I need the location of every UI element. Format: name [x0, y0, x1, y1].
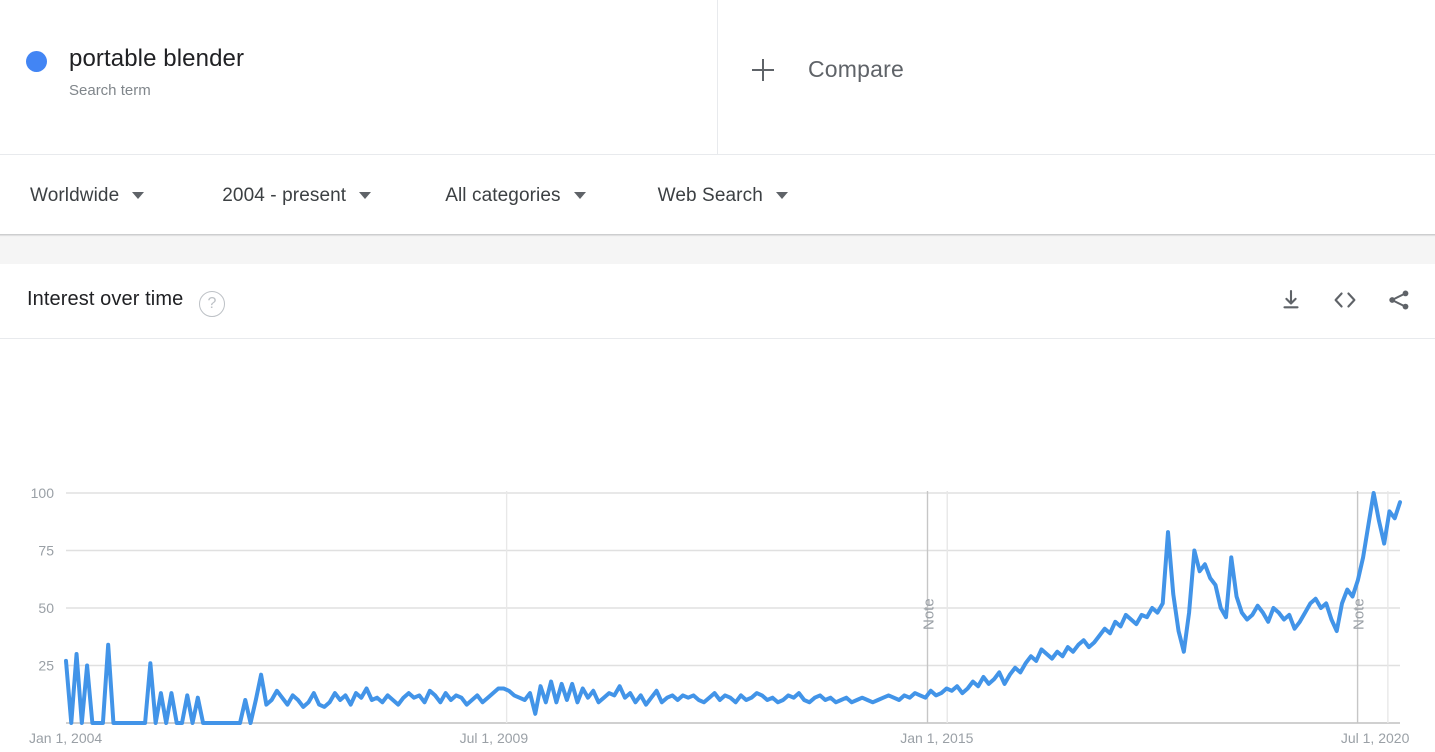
interest-over-time-card: Interest over time ? 100 75 50 25 Jan 1,… — [0, 264, 1435, 752]
filter-category[interactable]: All categories — [445, 155, 586, 236]
note-marker-1-label[interactable]: Note — [920, 598, 937, 630]
help-circle-icon[interactable]: ? — [199, 291, 225, 317]
filter-search-type[interactable]: Web Search — [658, 155, 788, 236]
download-icon[interactable] — [1277, 286, 1305, 314]
x-tick-label: Jan 1, 2015 — [900, 730, 973, 746]
share-icon[interactable] — [1385, 286, 1413, 314]
y-tick-label: 100 — [31, 485, 55, 501]
google-trends-page: portable blender Search term Compare Wor… — [0, 0, 1435, 752]
page-background-band — [0, 237, 1435, 264]
add-compare-button[interactable]: Compare — [752, 56, 904, 83]
filter-timerange-label: 2004 - present — [222, 184, 347, 206]
chart-actions — [1277, 286, 1413, 314]
search-term-content: portable blender Search term — [26, 44, 244, 102]
plus-icon — [752, 58, 774, 81]
filter-search-type-label: Web Search — [657, 184, 763, 206]
y-tick-label: 25 — [38, 658, 54, 674]
compare-label: Compare — [808, 56, 904, 82]
filter-location-label: Worldwide — [30, 184, 120, 206]
chevron-down-icon — [573, 192, 586, 199]
interest-over-time-header: Interest over time ? — [0, 264, 1435, 339]
chevron-down-icon — [359, 192, 372, 199]
search-term-name: portable blender — [69, 45, 245, 72]
embed-code-icon[interactable] — [1331, 286, 1359, 314]
series-color-dot — [26, 51, 47, 72]
filter-category-label: All categories — [445, 184, 561, 206]
chevron-down-icon — [775, 192, 788, 199]
filter-timerange[interactable]: 2004 - present — [222, 155, 372, 236]
note-marker-2-label[interactable]: Note — [1351, 598, 1368, 630]
compare-card[interactable]: Compare — [719, 0, 1435, 154]
x-tick-label: Jul 1, 2009 — [460, 730, 529, 746]
y-tick-label: 50 — [38, 600, 54, 616]
filter-location[interactable]: Worldwide — [30, 155, 145, 236]
page-title: Interest over time — [27, 288, 184, 310]
chart-svg: 100 75 50 25 Jan 1, 2004 Jul 1, 2009 Jan 1, 20… — [29, 485, 1410, 746]
filter-bar: Worldwide 2004 - present All categories … — [0, 155, 1435, 236]
x-tick-label: Jul 1, 2020 — [1341, 730, 1410, 746]
x-tick-label: Jan 1, 2004 — [29, 730, 102, 746]
search-term-card[interactable]: portable blender Search term — [0, 0, 718, 154]
interest-over-time-chart[interactable]: 100 75 50 25 Jan 1, 2004 Jul 1, 2009 Jan 1, 20… — [0, 339, 1435, 752]
search-term-texts: portable blender Search term — [69, 44, 244, 102]
search-term-type: Search term — [69, 82, 151, 99]
chevron-down-icon — [132, 192, 145, 199]
y-tick-label: 75 — [38, 543, 54, 559]
search-term-strip: portable blender Search term Compare — [0, 0, 1435, 155]
